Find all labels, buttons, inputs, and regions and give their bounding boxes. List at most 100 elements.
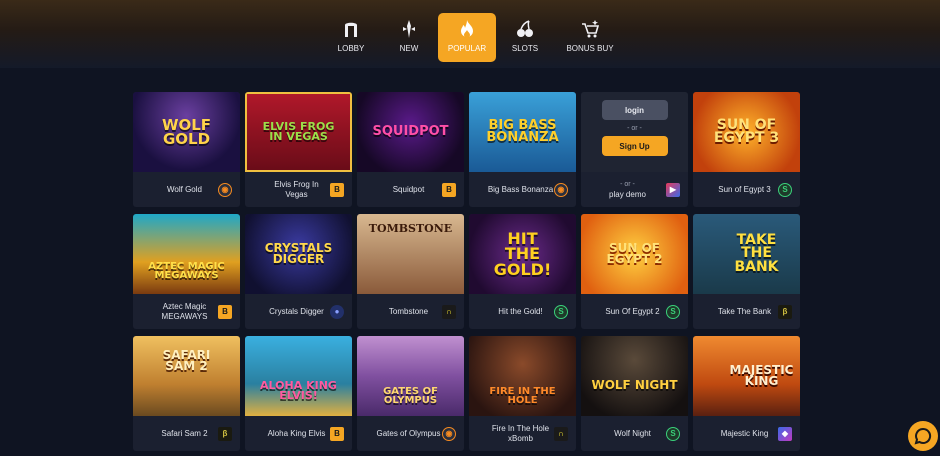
booongo-provider-icon: S (778, 182, 792, 197)
game-thumbnail[interactable]: GATES OF OLYMPUS (357, 336, 464, 416)
chat-icon (914, 427, 932, 445)
category-nav: LOBBY NEW POPULAR SLOTS BONUS BUY (322, 13, 626, 62)
signup-button[interactable]: Sign Up (601, 136, 668, 156)
tab-lobby[interactable]: LOBBY (322, 13, 380, 62)
game-thumbnail[interactable]: TAKE THE BANK (693, 214, 800, 294)
game-thumbnail[interactable]: AZTEC MAGIC MEGAWAYS (133, 214, 240, 294)
game-thumbnail[interactable]: CRYSTALS DIGGER (245, 214, 352, 294)
bgaming-provider-icon: B (442, 182, 456, 197)
game-thumbnail[interactable]: SQUIDPOT (357, 92, 464, 172)
game-title: Safari Sam 2 (161, 428, 208, 438)
game-title: Sun of Egypt 3 (718, 184, 771, 194)
game-title: Wolf Gold (167, 184, 202, 194)
game-title: Wolf Night (614, 428, 651, 438)
game-card-fire-in-the-hole[interactable]: FIRE IN THE HOLE Fire In The Hole xBomb … (469, 336, 576, 451)
game-card-gates-of-olympus[interactable]: GATES OF OLYMPUS Gates of Olympus ◉ (357, 336, 464, 451)
live-chat-button[interactable] (908, 421, 938, 451)
game-title: Aztec Magic MEGAWAYS (161, 301, 208, 321)
game-thumbnail[interactable]: ALOHA KING ELVIS! (245, 336, 352, 416)
game-logo: SAFARI SAM 2 (162, 347, 211, 373)
game-card-squidpot[interactable]: SQUIDPOT Squidpot B (357, 92, 464, 207)
game-thumbnail[interactable]: FIRE IN THE HOLE (469, 336, 576, 416)
betsoft-provider-icon: β (218, 426, 232, 441)
play-demo-link[interactable]: play demo (589, 190, 666, 200)
game-thumbnail[interactable]: SUN OF EGYPT 3 (693, 92, 800, 172)
game-title: Hit the Gold! (498, 306, 543, 316)
booongo-provider-icon: S (554, 304, 568, 319)
tab-new-label: NEW (399, 44, 419, 53)
game-title: Aloha King Elvis (267, 428, 326, 438)
lobby-icon (345, 22, 357, 37)
tab-bonus-buy-label: BONUS BUY (566, 44, 614, 53)
game-thumbnail[interactable]: TOMBSTONE (357, 214, 464, 294)
game-logo: ELVIS FROG IN VEGAS (262, 119, 335, 143)
cherries-icon (517, 20, 533, 37)
game-card-sun-of-egypt-2[interactable]: SUN OF EGYPT 2 Sun Of Egypt 2 S (581, 214, 688, 329)
game-card-wolf-gold[interactable]: WOLF GOLD Wolf Gold ◉ (133, 92, 240, 207)
new-icon (403, 20, 415, 38)
game-card-aztec-magic-megaways[interactable]: AZTEC MAGIC MEGAWAYS Aztec Magic MEGAWAY… (133, 214, 240, 329)
tab-new[interactable]: NEW (380, 13, 438, 62)
games-grid: WOLF GOLD Wolf Gold ◉ ELVIS FROG IN VEGA… (133, 92, 801, 451)
game-card-tombstone[interactable]: TOMBSTONE Tombstone ∩ (357, 214, 464, 329)
bgaming-provider-icon: B (330, 182, 344, 197)
game-card-majestic-king[interactable]: MAJESTIC KING Majestic King ◆ (693, 336, 800, 451)
game-logo: WOLF GOLD (161, 115, 212, 148)
game-thumbnail[interactable]: SAFARI SAM 2 (133, 336, 240, 416)
game-thumbnail[interactable]: MAJESTIC KING (693, 336, 800, 416)
game-title: Take The Bank (717, 306, 772, 316)
game-card-wolf-night[interactable]: WOLF NIGHT Wolf Night S (581, 336, 688, 451)
game-card-elvis-frog-in-vegas[interactable]: ELVIS FROG IN VEGAS Elvis Frog In Vegas … (245, 92, 352, 207)
game-title: Crystals Digger (269, 306, 324, 316)
game-thumbnail[interactable]: BIG BASS BONANZA (469, 92, 576, 172)
login-button[interactable]: login (601, 100, 668, 120)
game-thumbnail[interactable]: HIT THE GOLD! (469, 214, 576, 294)
game-card-aloha-king-elvis[interactable]: ALOHA KING ELVIS! Aloha King Elvis B (245, 336, 352, 451)
tab-bonus-buy[interactable]: BONUS BUY (554, 13, 626, 62)
game-title: Tombstone (388, 306, 429, 316)
game-card-safari-sam-2[interactable]: SAFARI SAM 2 Safari Sam 2 β (133, 336, 240, 451)
bonus-buy-icon (582, 20, 600, 38)
bgaming-provider-icon: B (218, 304, 232, 319)
login-demo-card: login - or - Sign Up - or - play demo ▶ (581, 92, 688, 207)
game-logo: GATES OF OLYMPUS (383, 385, 438, 406)
game-thumbnail[interactable]: SUN OF EGYPT 2 (581, 214, 688, 294)
game-logo: HIT THE GOLD! (493, 229, 552, 279)
game-logo: SUN OF EGYPT 2 (606, 240, 663, 266)
game-thumbnail[interactable]: ELVIS FROG IN VEGAS (245, 92, 352, 172)
game-card-big-bass-bonanza[interactable]: BIG BASS BONANZA Big Bass Bonanza ◉ (469, 92, 576, 207)
tab-popular[interactable]: POPULAR (438, 13, 496, 62)
game-logo: WOLF NIGHT (591, 378, 678, 393)
game-logo: TOMBSTONE (368, 221, 453, 235)
game-logo: CRYSTALS DIGGER (264, 240, 333, 266)
pragmatic-provider-icon: ◉ (554, 182, 568, 197)
flame-icon (461, 20, 473, 38)
tab-slots-label: SLOTS (511, 44, 539, 53)
or-divider: - or - (627, 125, 642, 132)
pragmatic-provider-icon: ◉ (442, 426, 456, 441)
game-logo: AZTEC MAGIC MEGAWAYS (148, 260, 225, 281)
game-title: Fire In The Hole xBomb (491, 423, 550, 443)
tab-slots[interactable]: SLOTS (496, 13, 554, 62)
nolimit-provider-icon: ∩ (442, 304, 456, 319)
provider-icon: ● (330, 304, 344, 319)
booongo-provider-icon: S (666, 426, 680, 441)
pragmatic-provider-icon: ◉ (218, 182, 232, 197)
game-logo: SUN OF EGYPT 3 (713, 116, 780, 146)
bgaming-provider-icon: B (330, 426, 344, 441)
or-divider: - or - (620, 180, 635, 188)
game-card-crystals-digger[interactable]: CRYSTALS DIGGER Crystals Digger ● (245, 214, 352, 329)
game-card-sun-of-egypt-3[interactable]: SUN OF EGYPT 3 Sun of Egypt 3 S (693, 92, 800, 207)
game-title: Majestic King (720, 428, 769, 438)
game-logo: BIG BASS BONANZA (486, 117, 559, 145)
game-thumbnail[interactable]: WOLF GOLD (133, 92, 240, 172)
game-card-hit-the-gold[interactable]: HIT THE GOLD! Hit the Gold! S (469, 214, 576, 329)
game-title: Squidpot (392, 184, 425, 194)
game-thumbnail[interactable]: WOLF NIGHT (581, 336, 688, 416)
game-title: Sun Of Egypt 2 (605, 306, 660, 316)
game-title: Gates of Olympus (376, 428, 441, 438)
game-logo: ALOHA KING ELVIS! (260, 378, 337, 402)
tab-lobby-label: LOBBY (337, 44, 365, 53)
booongo-provider-icon: S (666, 304, 680, 319)
game-card-take-the-bank[interactable]: TAKE THE BANK Take The Bank β (693, 214, 800, 329)
